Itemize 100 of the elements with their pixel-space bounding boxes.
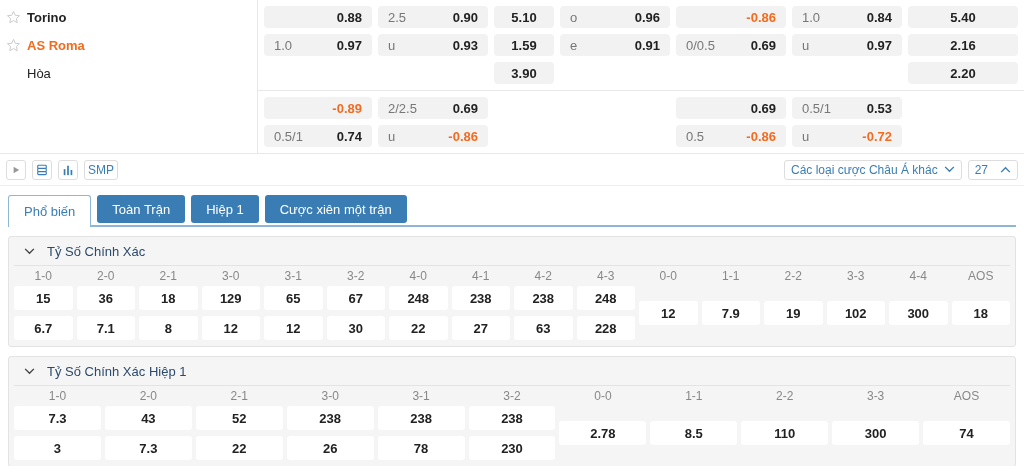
odds-cell[interactable]: 65	[264, 286, 323, 310]
odds-cell[interactable]: 26	[286, 436, 374, 460]
star-icon[interactable]	[6, 9, 21, 25]
odds-cell[interactable]: e 0.91	[560, 34, 670, 56]
odds-cell[interactable]: 30	[326, 316, 385, 340]
odds-cell[interactable]: 12	[264, 316, 323, 340]
market-title: Tỷ Số Chính Xác Hiệp 1	[47, 363, 187, 379]
odds-cell[interactable]: 3	[14, 436, 101, 460]
score-label: 2-1	[158, 268, 178, 285]
score-label: 2-0	[96, 268, 116, 285]
odds-cell[interactable]: 36	[76, 286, 135, 310]
odds-cell[interactable]: 43	[104, 406, 192, 430]
odds-cell[interactable]: 74	[923, 421, 1010, 445]
odds-cell[interactable]: 248	[576, 286, 635, 310]
score-label: 1-1	[721, 268, 741, 285]
chevron-up-icon	[1000, 166, 1011, 173]
odds-cell[interactable]: 2/2.5 0.69	[378, 97, 488, 119]
odds-cell[interactable]: 2.78	[559, 421, 647, 445]
market-dropdown[interactable]: Các loại cược Châu Á khác	[784, 159, 962, 180]
odds-cell[interactable]: 300	[832, 421, 920, 445]
odds-cell[interactable]: 0.88	[264, 6, 372, 28]
score-label: 3-3	[846, 268, 866, 285]
odds-cell[interactable]: 19	[764, 301, 823, 325]
odds-cell[interactable]: 0/0.5 0.69	[676, 34, 786, 56]
score-label: 1-0	[33, 268, 53, 285]
odds-cell[interactable]: 8.5	[650, 421, 738, 445]
odds-cell[interactable]: 63	[514, 316, 573, 340]
odds-cell[interactable]: 5.40	[908, 6, 1018, 28]
score-label: 3-0	[320, 388, 340, 405]
odds-cell[interactable]: 238	[468, 406, 556, 430]
count-button[interactable]: 27	[967, 159, 1018, 180]
odds-cell[interactable]: 0.5/1 0.74	[264, 125, 372, 147]
tab[interactable]: Toàn Trận	[97, 195, 186, 223]
odds-cell[interactable]: 52	[195, 406, 283, 430]
odds-cell[interactable]: 2.20	[908, 62, 1018, 84]
play-icon	[12, 165, 20, 174]
odds-cell[interactable]: 300	[889, 301, 948, 325]
odds-cell[interactable]: 18	[139, 286, 198, 310]
odds-cell[interactable]: 12	[639, 301, 698, 325]
play-button[interactable]	[6, 159, 26, 180]
odds-cell[interactable]: 110	[741, 421, 829, 445]
odds-cell[interactable]: o 0.96	[560, 6, 670, 28]
chevron-down-icon	[943, 166, 955, 173]
odds-cell[interactable]: 0.5/1 0.53	[792, 97, 902, 119]
odds-cell[interactable]: 1.0 0.84	[792, 6, 902, 28]
odds-cell[interactable]: 6.7	[14, 316, 73, 340]
tab[interactable]: Hiệp 1	[191, 195, 259, 223]
odds-cell[interactable]: 12	[201, 316, 260, 340]
score-label: 3-2	[502, 388, 522, 405]
odds-cell[interactable]: 238	[514, 286, 573, 310]
star-icon[interactable]	[6, 37, 21, 53]
odds-cell[interactable]: 2.5 0.90	[378, 6, 488, 28]
score-label: 2-0	[138, 388, 159, 405]
odds-cell[interactable]: u 0.97	[792, 34, 902, 56]
odds-cell[interactable]: 7.1	[76, 316, 135, 340]
odds-cell[interactable]: 3.90	[494, 62, 554, 84]
odds-cell[interactable]: 8	[139, 316, 198, 340]
score-label: 2-1	[229, 388, 249, 405]
odds-cell[interactable]: 102	[826, 301, 885, 325]
list-button[interactable]	[32, 159, 52, 180]
odds-cell[interactable]: u 0.93	[378, 34, 488, 56]
odds-cell[interactable]: 1.59	[494, 34, 554, 56]
odds-cell[interactable]: 248	[389, 286, 448, 310]
odds-cell[interactable]: 5.10	[494, 6, 554, 28]
team-name: AS Roma	[27, 37, 85, 53]
odds-cell[interactable]: 7.3	[104, 436, 192, 460]
odds-cell[interactable]: 228	[576, 316, 635, 340]
score-label: 3-3	[865, 388, 886, 405]
odds-cell[interactable]: 7.9	[701, 301, 760, 325]
odds-cell[interactable]: u -0.72	[792, 125, 902, 147]
odds-cell[interactable]: 0.69	[676, 97, 786, 119]
score-label: 0-0	[658, 268, 678, 285]
odds-cell[interactable]: 22	[389, 316, 448, 340]
odds-cell[interactable]: 27	[451, 316, 510, 340]
odds-cell[interactable]: 78	[377, 436, 465, 460]
odds-cell[interactable]: 7.3	[14, 406, 101, 430]
odds-cell[interactable]: u -0.86	[378, 125, 488, 147]
odds-cell[interactable]: 238	[451, 286, 510, 310]
score-label: 4-4	[908, 268, 928, 285]
odds-cell[interactable]: 1.0 0.97	[264, 34, 372, 56]
odds-cell[interactable]: 2.16	[908, 34, 1018, 56]
score-label: 3-2	[346, 268, 366, 285]
odds-cell[interactable]: 0.5 -0.86	[676, 125, 786, 147]
smp-button[interactable]: SMP	[84, 159, 118, 180]
odds-cell[interactable]: 230	[468, 436, 556, 460]
chevron-icon[interactable]	[24, 247, 35, 255]
odds-cell[interactable]: 67	[326, 286, 385, 310]
chevron-icon[interactable]	[24, 367, 35, 375]
score-label: 1-0	[47, 388, 68, 405]
tab[interactable]: Phổ biến	[8, 195, 92, 227]
score-label: AOS	[952, 388, 981, 405]
tab[interactable]: Cược xiên một trận	[264, 195, 407, 223]
chart-button[interactable]	[58, 159, 78, 180]
odds-cell[interactable]: 238	[286, 406, 374, 430]
odds-cell[interactable]: 18	[951, 301, 1010, 325]
team-name: Hòa	[27, 65, 51, 81]
odds-cell[interactable]: 129	[201, 286, 260, 310]
odds-cell[interactable]: 22	[195, 436, 283, 460]
odds-cell[interactable]: 238	[377, 406, 465, 430]
odds-cell[interactable]: 15	[14, 286, 73, 310]
